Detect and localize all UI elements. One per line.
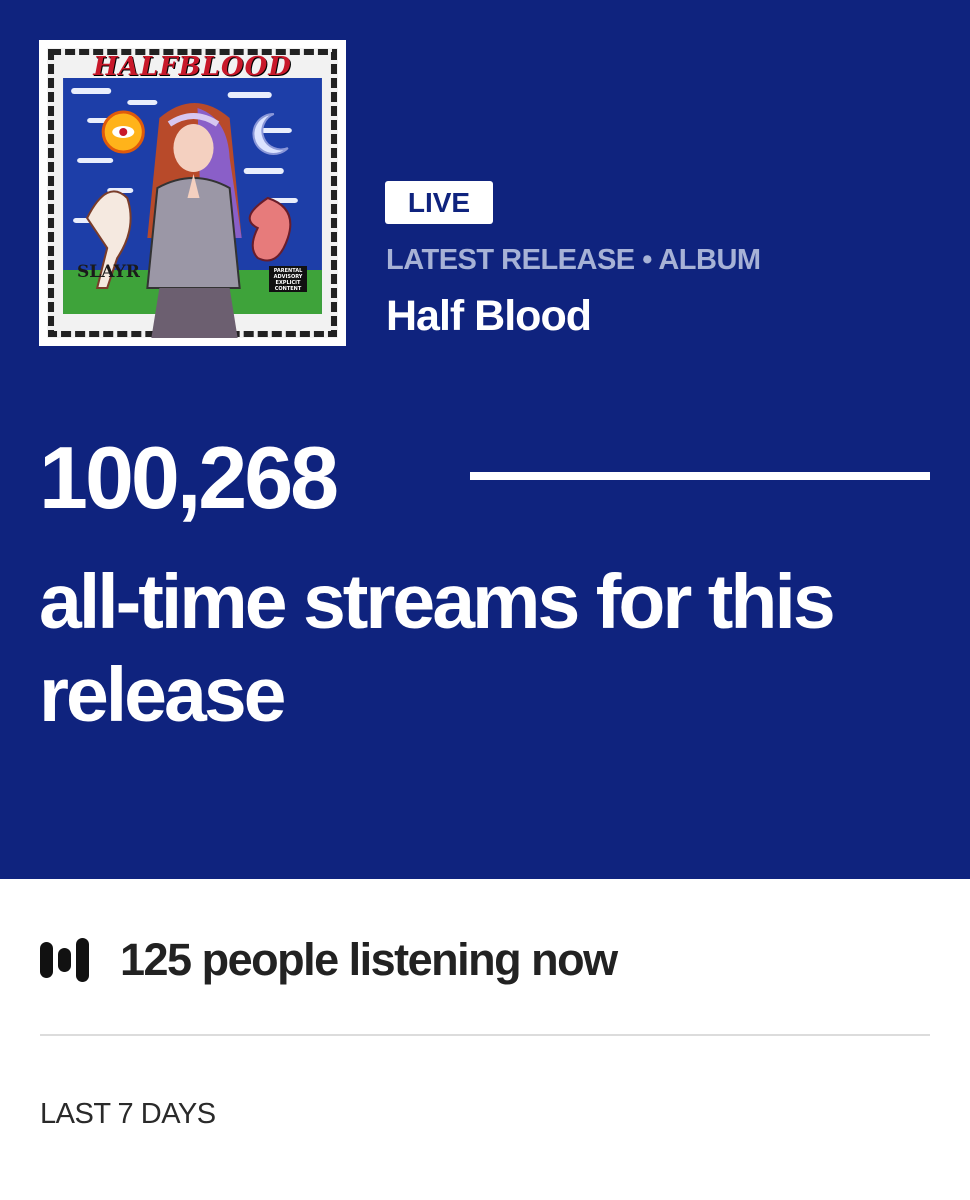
album-cover-art: HALFBLOOD SLAYR PARENTAL ADVISORY EXPLIC…: [47, 48, 338, 338]
section-divider: [40, 1034, 930, 1036]
release-hero: HALFBLOOD SLAYR PARENTAL ADVISORY EXPLIC…: [0, 0, 970, 879]
all-time-streams-count: 100,268: [39, 428, 339, 527]
streams-caption: all-time streams for this release: [39, 559, 836, 738]
decorative-rule: [470, 472, 930, 480]
period-label: LAST 7 DAYS: [40, 1098, 216, 1130]
live-status-badge: LIVE: [385, 181, 493, 224]
album-cover[interactable]: HALFBLOOD SLAYR PARENTAL ADVISORY EXPLIC…: [39, 40, 346, 346]
release-title[interactable]: Half Blood: [386, 292, 592, 341]
listening-now-row: 125 people listening now: [40, 930, 618, 990]
cover-illustration: [47, 48, 338, 338]
audio-bars-icon: [40, 936, 96, 984]
cover-artist-signature: SLAYR: [77, 262, 140, 282]
cover-logo: HALFBLOOD: [93, 52, 292, 82]
release-meta: LATEST RELEASE • ALBUM: [386, 244, 761, 276]
parental-advisory-label: PARENTAL ADVISORY EXPLICIT CONTENT: [269, 266, 307, 292]
listening-now-text: 125 people listening now: [120, 934, 618, 985]
